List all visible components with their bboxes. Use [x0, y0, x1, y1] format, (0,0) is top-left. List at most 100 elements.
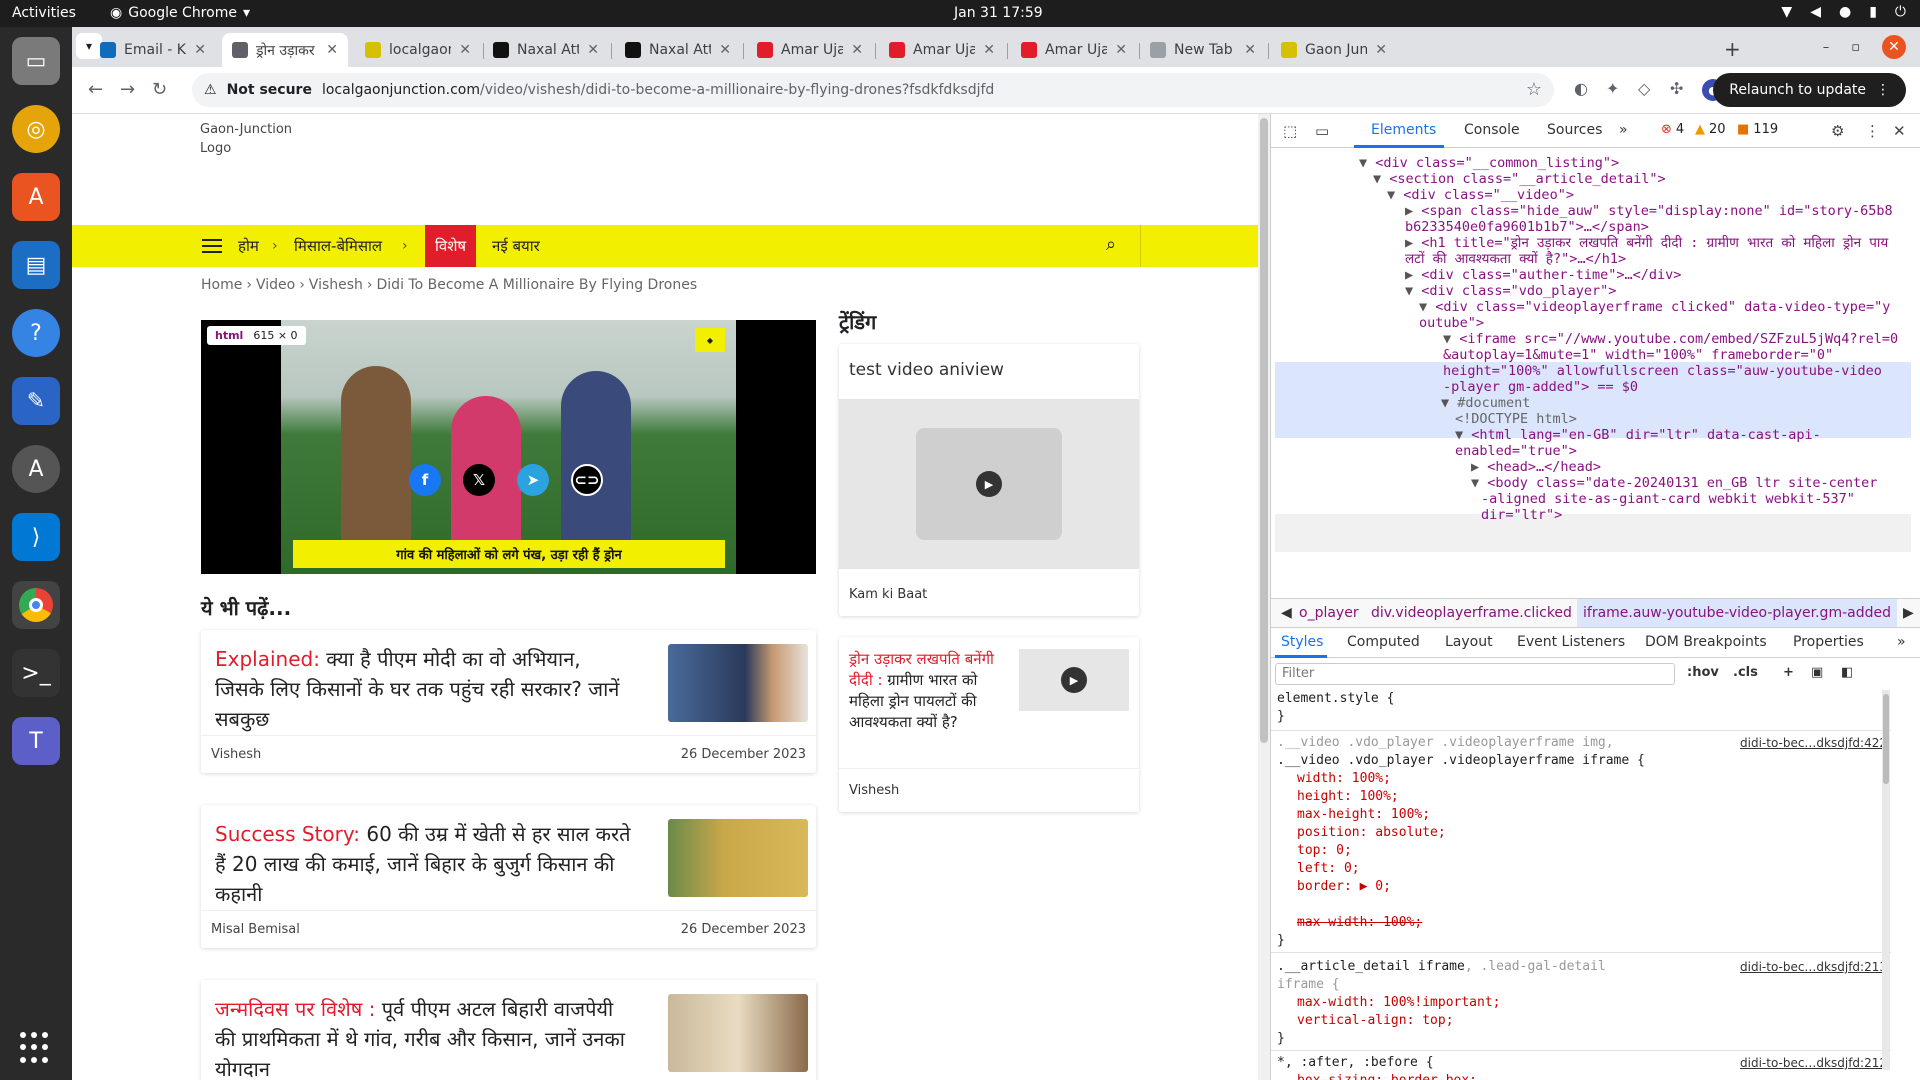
tab-close-icon[interactable]: ✕ — [983, 42, 995, 58]
tab-sources[interactable]: Sources — [1547, 122, 1602, 138]
new-tab-button[interactable]: + — [1724, 37, 1741, 61]
trending-title[interactable]: test video aniview — [849, 360, 1004, 380]
close-icon[interactable]: ✕ — [1893, 122, 1906, 140]
chevron-right-icon[interactable]: ▶ — [1903, 605, 1914, 621]
software-center-icon[interactable]: A — [12, 173, 60, 221]
rule-property[interactable]: position: absolute; — [1297, 824, 1446, 842]
expand-toggle-icon[interactable]: ▼ — [1359, 155, 1375, 171]
nav-home[interactable]: होम — [238, 225, 259, 267]
dom-node-line[interactable]: dir="ltr"> — [1481, 506, 1562, 525]
reload-icon[interactable]: ↻ — [152, 79, 167, 100]
text-editor-icon[interactable]: ✎ — [12, 377, 60, 425]
tab[interactable]: Email - Km La ✕ — [90, 33, 216, 67]
article-card[interactable]: Success Story: 60 की उम्र में खेती से हर… — [201, 805, 816, 948]
minimize-icon[interactable]: – — [1823, 40, 1830, 55]
rule-property[interactable]: border: ▶ 0; — [1297, 878, 1391, 896]
settings-icon[interactable]: ⚙ — [1831, 122, 1844, 140]
trending-category[interactable]: Vishesh — [849, 783, 899, 798]
crumb[interactable]: div.videoplayerframe.clicked — [1371, 605, 1572, 621]
expand-toggle-icon[interactable]: ▼ — [1455, 427, 1471, 443]
extension-icon[interactable]: ◐ — [1574, 79, 1588, 98]
tab[interactable]: localgaonjun ✕ — [355, 33, 481, 67]
trending-thumbnail[interactable]: ▶ — [1019, 649, 1129, 711]
more-subtabs-icon[interactable]: » — [1897, 634, 1906, 650]
article-headline[interactable]: Explained: क्या है पीएम मोदी का वो अभिया… — [215, 644, 635, 734]
forward-icon[interactable]: → — [120, 79, 135, 100]
rule-property[interactable]: max-width: 100%!important; — [1297, 994, 1501, 1012]
styles-filter-input[interactable]: Filter — [1275, 663, 1675, 685]
expand-toggle-icon[interactable]: ▼ — [1373, 171, 1389, 187]
sidebar-toggle-icon[interactable]: ◧ — [1841, 665, 1853, 680]
rule-property[interactable]: top: 0; — [1297, 842, 1352, 860]
expand-toggle-icon[interactable]: ▼ — [1471, 475, 1487, 491]
nav-misal[interactable]: मिसाल-बेमिसाल — [294, 225, 382, 267]
article-card[interactable]: जन्मदिवस पर विशेष : पूर्व पीएम अटल बिहार… — [201, 980, 816, 1080]
maximize-icon[interactable]: ▫ — [1851, 40, 1860, 55]
subtab-computed[interactable]: Computed — [1347, 634, 1420, 650]
crumb-selected[interactable]: iframe.auw-youtube-video-player.gm-added — [1577, 599, 1897, 627]
tab[interactable]: Amar Ujala A ✕ — [879, 33, 1005, 67]
tab-close-icon[interactable]: ✕ — [1375, 42, 1387, 58]
article-headline[interactable]: Success Story: 60 की उम्र में खेती से हर… — [215, 819, 635, 909]
subtab-layout[interactable]: Layout — [1445, 634, 1493, 650]
security-label[interactable]: Not secure — [227, 82, 312, 98]
expand-toggle-icon[interactable]: ▶ — [1405, 267, 1421, 283]
more-options-icon[interactable]: ⋮ — [1865, 122, 1880, 140]
telegram-icon[interactable]: ➤ — [517, 464, 549, 496]
activities-button[interactable]: Activities — [12, 5, 76, 21]
rule-selector[interactable]: .__video .vdo_player .videoplayerframe i… — [1277, 734, 1614, 752]
rule-property[interactable]: max-height: 100%; — [1297, 806, 1430, 824]
warning-count[interactable]: ▲ 20 — [1695, 122, 1726, 137]
article-author[interactable]: Vishesh — [211, 747, 261, 762]
trending-category[interactable]: Kam ki Baat — [849, 587, 927, 602]
tab-close-icon[interactable]: ✕ — [326, 42, 338, 58]
inspect-icon[interactable]: ⬚ — [1283, 122, 1297, 140]
tab[interactable]: Naxal Attack ✕ — [483, 33, 609, 67]
rule-selector[interactable]: .__article_detail iframe, .lead-gal-deta… — [1277, 958, 1606, 976]
tab-close-icon[interactable]: ✕ — [719, 42, 731, 58]
article-card[interactable]: Explained: क्या है पीएम मोदी का वो अभिया… — [201, 630, 816, 773]
tab-close-icon[interactable]: ✕ — [851, 42, 863, 58]
bookmark-star-icon[interactable]: ☆ — [1526, 79, 1542, 100]
device-toolbar-icon[interactable]: ▭ — [1315, 122, 1329, 140]
terminal-icon[interactable]: >_ — [12, 649, 60, 697]
expand-toggle-icon[interactable]: ▼ — [1419, 299, 1435, 315]
scrollbar-thumb[interactable] — [1260, 118, 1268, 743]
hamburger-icon[interactable] — [202, 239, 222, 253]
tab[interactable]: Amar Ujala A ✕ — [1011, 33, 1137, 67]
tab-close-icon[interactable]: ✕ — [1244, 42, 1256, 58]
nav-vishesh[interactable]: विशेष — [425, 225, 477, 267]
help-icon[interactable]: ? — [12, 309, 60, 357]
tab[interactable]: Gaon Junctic ✕ — [1271, 33, 1397, 67]
facebook-icon[interactable]: f — [409, 464, 441, 496]
rule-property-overridden[interactable]: max-width: 100%; — [1297, 914, 1422, 932]
error-count[interactable]: ⊗ 4 — [1661, 122, 1684, 137]
article-thumbnail[interactable] — [668, 994, 808, 1072]
nav-nayi-bayar[interactable]: नई बयार — [492, 225, 540, 267]
tab-elements[interactable]: Elements — [1371, 122, 1436, 138]
expand-toggle-icon[interactable]: ▼ — [1405, 283, 1421, 299]
rule-selector[interactable]: .__video .vdo_player .videoplayerframe i… — [1277, 752, 1645, 770]
new-rule-icon[interactable]: + — [1783, 665, 1794, 680]
tab[interactable]: Amar Ujala A ✕ — [747, 33, 873, 67]
rule-property[interactable]: vertical-align: top; — [1297, 1012, 1454, 1030]
rule-property[interactable]: left: 0; — [1297, 860, 1360, 878]
rule-selector[interactable]: element.style { — [1277, 690, 1394, 708]
chrome-dock-icon[interactable] — [12, 581, 60, 629]
system-tray[interactable]: ▼ ◀ ● ▮ ⏻ — [1781, 4, 1906, 20]
extension-icon[interactable]: ✦ — [1606, 79, 1619, 98]
updater-icon[interactable]: A — [12, 445, 60, 493]
more-tabs-icon[interactable]: » — [1619, 122, 1628, 138]
rule-source-link[interactable]: didi-to-bec…dksdjfd:212 — [1740, 1054, 1887, 1072]
cls-toggle[interactable]: .cls — [1733, 665, 1758, 680]
expand-toggle-icon[interactable]: ▼ — [1443, 331, 1459, 347]
article-headline[interactable]: जन्मदिवस पर विशेष : पूर्व पीएम अटल बिहार… — [215, 994, 635, 1080]
breadcrumb-home[interactable]: Home — [201, 277, 242, 293]
tab-console[interactable]: Console — [1464, 122, 1520, 138]
paint-icon[interactable]: ▣ — [1811, 665, 1823, 680]
search-icon[interactable]: ⌕ — [1106, 234, 1116, 255]
trending-card[interactable]: test video aniview ▶ Kam ki Baat — [839, 344, 1139, 616]
tab-close-icon[interactable]: ✕ — [194, 42, 206, 58]
rule-selector[interactable]: *, :after, :before { — [1277, 1054, 1434, 1072]
subtab-styles[interactable]: Styles — [1281, 634, 1323, 650]
